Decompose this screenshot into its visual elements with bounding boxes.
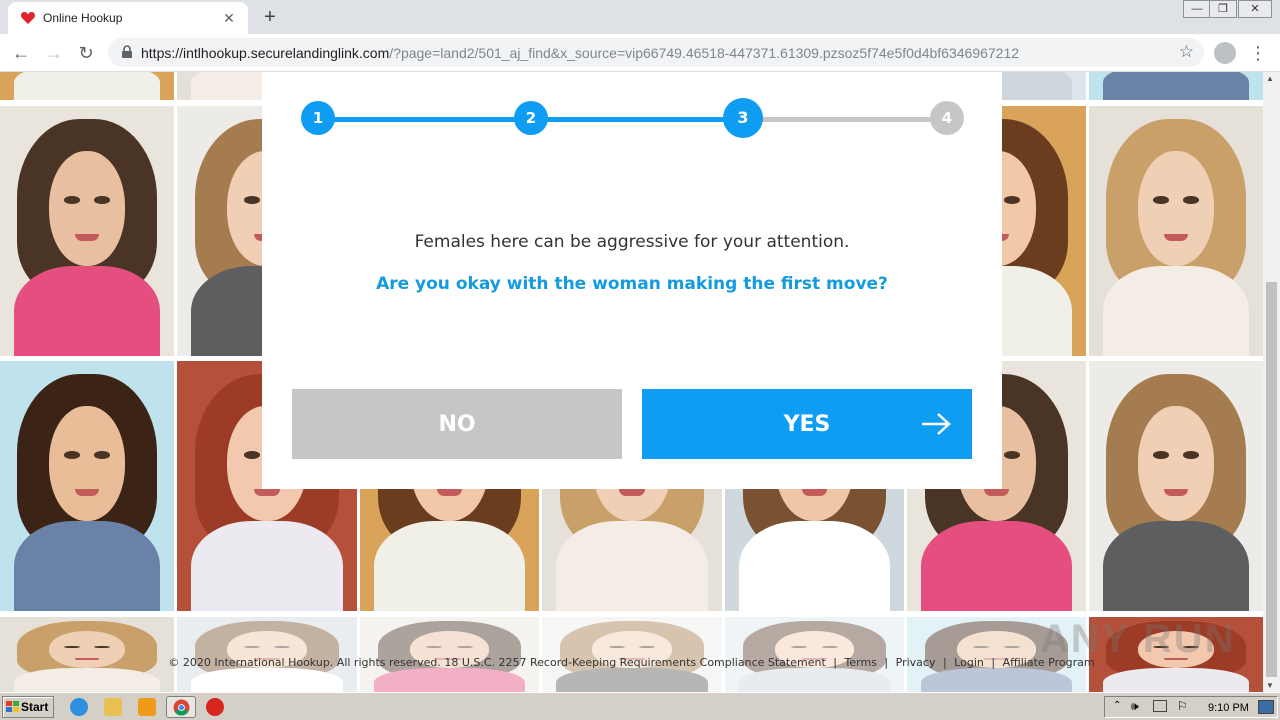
- browser-menu-icon[interactable]: ⋮: [1248, 41, 1268, 65]
- profile-photo: [0, 72, 174, 100]
- page-viewport: 1 2 3 4 Females here can be aggressive f…: [0, 72, 1263, 692]
- windows-taskbar: Start ⌃ 🕪 ⚐ 9:10 PM: [0, 692, 1280, 720]
- step-1-indicator: 1: [301, 101, 335, 135]
- close-tab-icon[interactable]: ✕: [220, 9, 238, 27]
- file-explorer-icon[interactable]: [104, 698, 122, 716]
- start-button[interactable]: Start: [2, 696, 54, 718]
- step-4-indicator: 4: [930, 101, 964, 135]
- chrome-icon: [173, 699, 190, 716]
- yes-button-label: YES: [783, 411, 831, 437]
- vertical-scrollbar[interactable]: ▲ ▼: [1263, 72, 1280, 692]
- tab-title: Online Hookup: [43, 11, 123, 25]
- tray-expand-icon[interactable]: ⌃: [1113, 700, 1121, 711]
- media-player-icon[interactable]: [138, 698, 156, 716]
- tab-online-hookup[interactable]: Online Hookup ✕: [8, 2, 248, 34]
- address-bar[interactable]: https://intlhookup.securelandinglink.com…: [108, 38, 1204, 67]
- footer-separator: |: [942, 656, 947, 669]
- profile-photo: [1089, 106, 1263, 356]
- network-icon[interactable]: [1153, 700, 1167, 712]
- profile-photo: [0, 617, 174, 692]
- privacy-link[interactable]: Privacy: [896, 656, 936, 669]
- copyright-text: © 2020 International Hookup. All rights …: [168, 656, 826, 669]
- heart-icon: [20, 12, 36, 24]
- volume-icon[interactable]: 🕪: [1131, 699, 1139, 714]
- minimize-button[interactable]: —: [1183, 0, 1211, 18]
- url-path: /?page=land2/501_aj_find&x_source=vip667…: [389, 45, 1020, 61]
- warning-app-icon[interactable]: [206, 698, 224, 716]
- tab-strip: Online Hookup ✕ + — ❐ ✕: [0, 0, 1280, 34]
- arrow-right-icon: [922, 413, 951, 435]
- taskbar-clock: 9:10 PM: [1208, 702, 1249, 714]
- step-3-indicator: 3: [723, 98, 763, 138]
- profile-photo: [1089, 361, 1263, 611]
- profile-photo: [1089, 72, 1263, 100]
- chrome-taskbar-button[interactable]: [166, 696, 196, 718]
- start-label: Start: [21, 700, 49, 714]
- scroll-up-icon[interactable]: ▲: [1266, 74, 1274, 83]
- login-link[interactable]: Login: [954, 656, 984, 669]
- terms-link[interactable]: Terms: [845, 656, 877, 669]
- survey-modal: 1 2 3 4 Females here can be aggressive f…: [262, 72, 1002, 489]
- step-2-indicator: 2: [514, 101, 548, 135]
- footer-separator: |: [833, 656, 837, 669]
- forward-button[interactable]: →: [42, 41, 66, 65]
- no-button[interactable]: NO: [292, 389, 622, 459]
- profile-avatar-icon[interactable]: [1214, 42, 1236, 64]
- internet-explorer-icon[interactable]: [70, 698, 88, 716]
- page-footer: © 2020 International Hookup. All rights …: [0, 656, 1263, 669]
- lock-icon: [122, 45, 132, 58]
- back-button[interactable]: ←: [9, 41, 33, 65]
- progress-line-done: [531, 117, 744, 122]
- grid-fade-overlay: [177, 617, 1089, 692]
- browser-toolbar: ← → ↻ https://intlhookup.securelandingli…: [0, 34, 1280, 72]
- bookmark-star-icon[interactable]: ☆: [1179, 42, 1194, 62]
- reload-button[interactable]: ↻: [74, 41, 98, 65]
- url-host: https://intlhookup.securelandinglink.com: [141, 45, 390, 61]
- footer-separator: |: [884, 656, 889, 669]
- progress-line-pending: [744, 117, 947, 122]
- windows-logo-icon: [6, 701, 19, 712]
- maximize-button[interactable]: ❐: [1209, 0, 1237, 18]
- system-tray: ⌃ 🕪 ⚐: [1104, 696, 1278, 718]
- url-text: https://intlhookup.securelandinglink.com…: [141, 45, 1019, 61]
- progress-line-done: [318, 117, 531, 122]
- survey-question: Are you okay with the woman making the f…: [376, 274, 888, 294]
- show-desktop-icon[interactable]: [1258, 700, 1274, 714]
- affiliate-program-link[interactable]: Affiliate Program: [1003, 656, 1095, 669]
- action-center-flag-icon[interactable]: ⚐: [1177, 699, 1188, 713]
- survey-statement: Females here can be aggressive for your …: [414, 232, 850, 252]
- scrollbar-thumb[interactable]: [1266, 282, 1277, 677]
- new-tab-button[interactable]: +: [258, 5, 282, 29]
- profile-photo: [0, 361, 174, 611]
- footer-separator: |: [991, 656, 996, 669]
- close-window-button[interactable]: ✕: [1238, 0, 1272, 18]
- profile-photo: [0, 106, 174, 356]
- yes-button[interactable]: YES: [642, 389, 972, 459]
- scroll-down-icon[interactable]: ▼: [1266, 681, 1274, 690]
